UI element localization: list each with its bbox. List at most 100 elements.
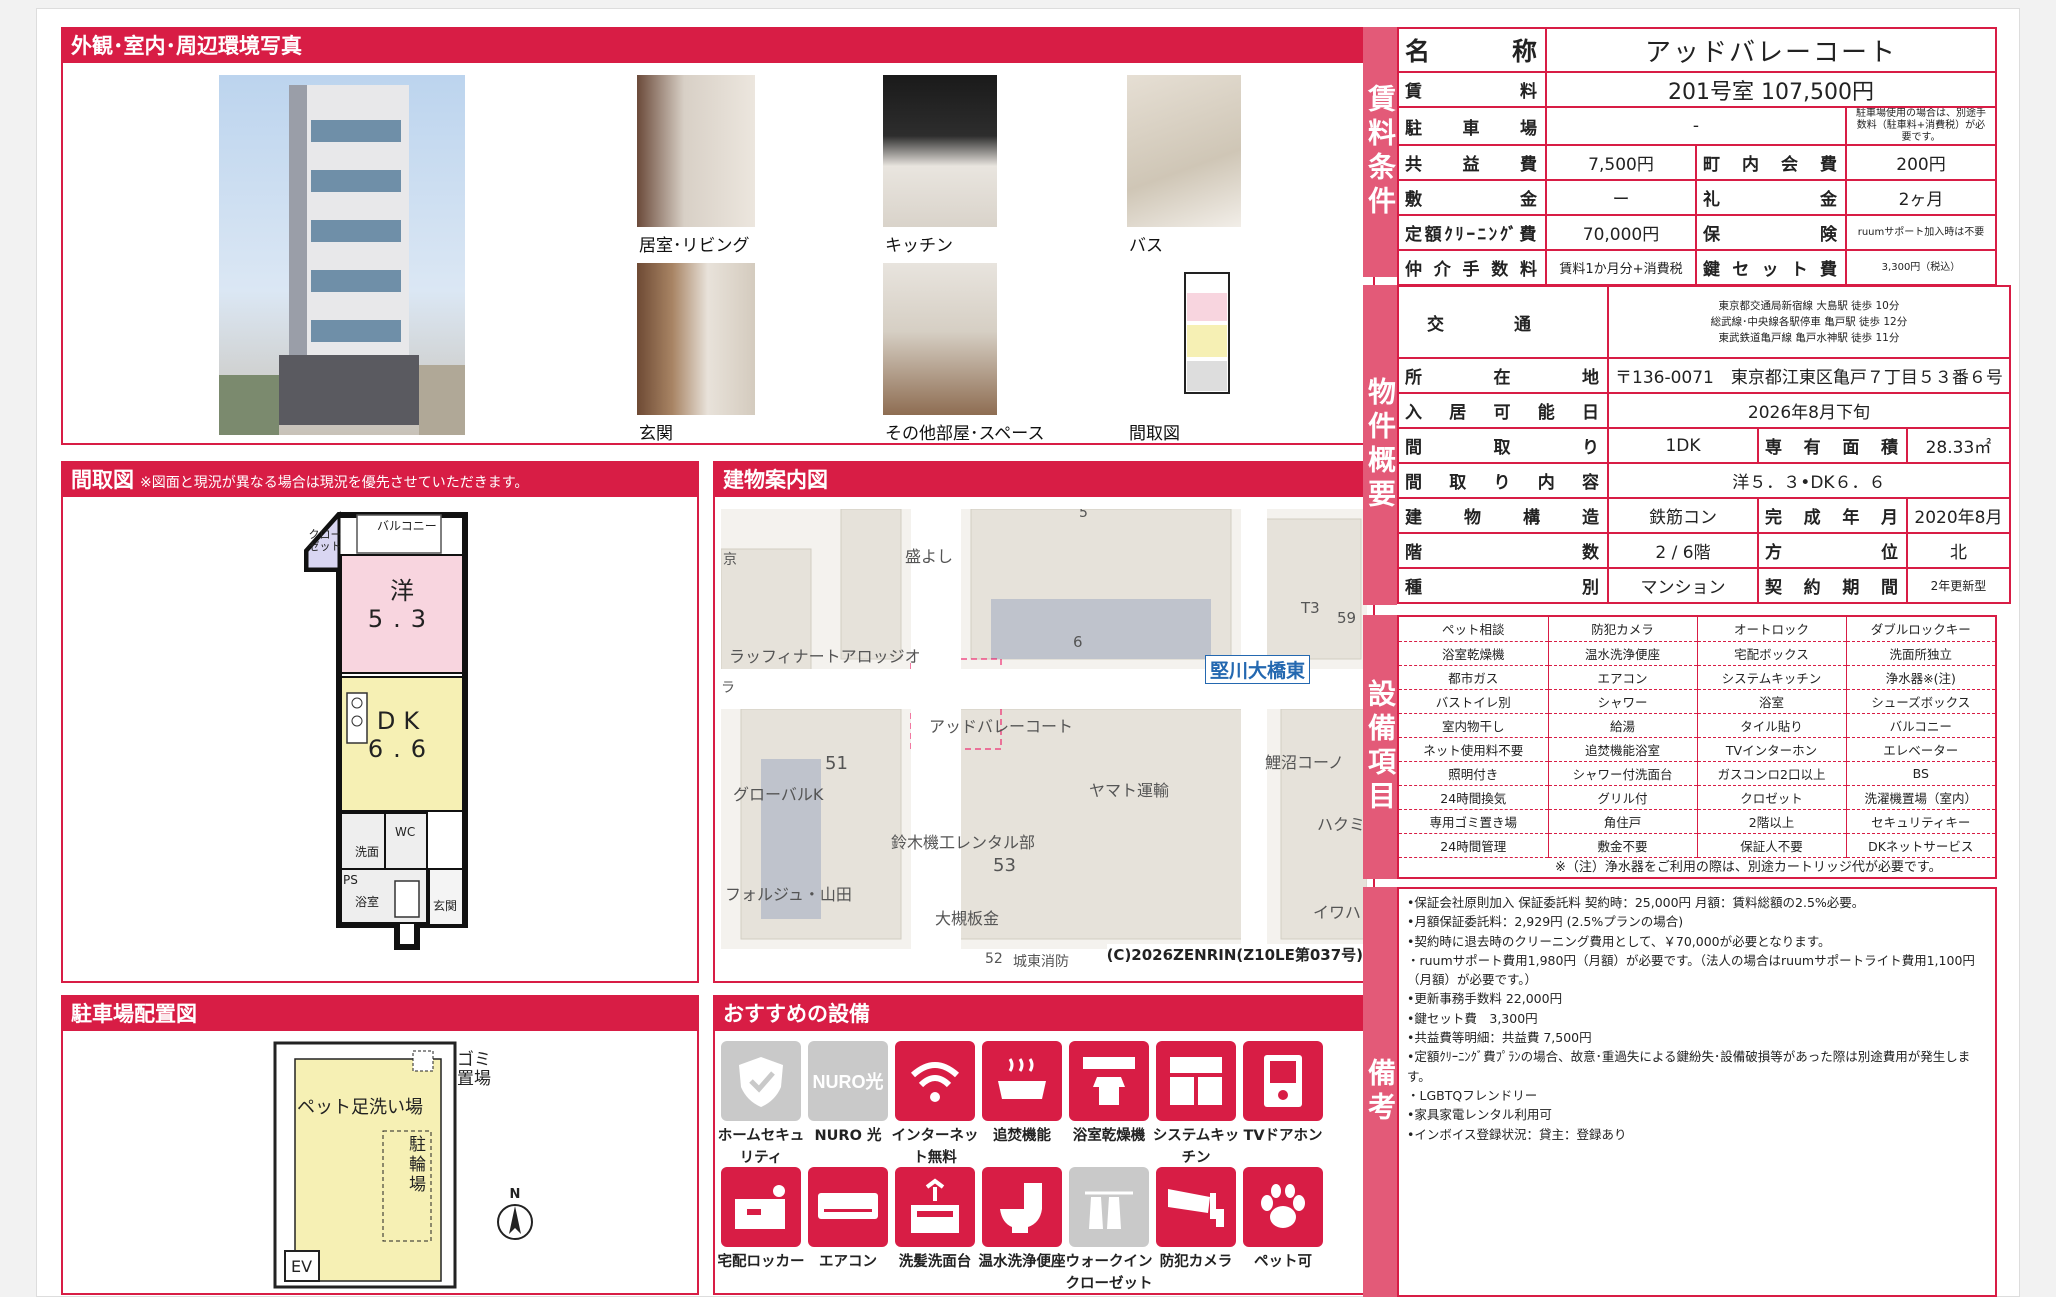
facility-row: 24時間換気 グリル付 クロゼット 洗濯機置場（室内）	[1399, 785, 1995, 810]
facilities-table: ペット相談 防犯カメラ オートロック ダブルロックキー 浴室乾燥機 温水洗浄便座 宅配ボック…	[1399, 617, 1995, 858]
facility-item: 専用ゴミ置き場	[1399, 809, 1549, 834]
facility-row: 照明付き シャワー付洗面台 ガスコンロ2口以上 BS	[1399, 761, 1995, 786]
equipment-label: エアコン	[819, 1254, 877, 1270]
parking-layout[interactable]: ペット足洗い場 ゴミ置場 駐輪場 EV	[273, 1041, 503, 1291]
key-money-label: 礼金	[1695, 179, 1847, 216]
bath-caption: バス	[1129, 236, 1163, 256]
area-value: 28.33㎡	[1906, 427, 2011, 464]
living-room-caption: 居室･リビング	[639, 236, 750, 256]
insurance-value: ruumサポート加入時は不要	[1845, 214, 1997, 251]
facility-item: 照明付き	[1399, 761, 1549, 786]
facility-item: バルコニー	[1846, 713, 1995, 738]
aircon-icon	[808, 1167, 888, 1247]
floor-plan-drawing[interactable]: クロー ゼット バルコニー 洋 5.3 DK 6.6 WC 洗面 PS 浴室 玄…	[299, 507, 469, 967]
contract-label: 契約期間	[1756, 567, 1909, 604]
area-label: 専有面積	[1756, 427, 1909, 464]
floorplan-thumbnail-caption: 間取図	[1129, 424, 1180, 444]
equipment-label: 防犯カメラ	[1159, 1254, 1233, 1270]
facility-item: シャワー付洗面台	[1548, 761, 1698, 786]
remark-line: ・LGBTQフレンドリー	[1407, 1087, 1538, 1103]
remark-line: •保証会社原則加入 保証委託料 契約時：25,000円 月額：賃料総額の2.5%…	[1407, 895, 1865, 910]
remark-line: •契約時に退去時のクリーニング費用として、￥70,000が必要となります。	[1407, 933, 1831, 949]
pet-wash-label: ペット足洗い場	[297, 1097, 423, 1118]
equipment-label: TVドアホン	[1243, 1128, 1323, 1144]
locker-icon	[721, 1167, 801, 1247]
remark-line: •共益費等明細：共益費 7,500円	[1407, 1030, 1592, 1046]
svg-text:NURO光: NURO光	[813, 1071, 883, 1092]
western-room-size: 5.3	[367, 605, 437, 633]
facility-item: ガスコンロ2口以上	[1697, 761, 1847, 786]
facility-item: 給湯	[1548, 713, 1698, 738]
paw-icon	[1243, 1167, 1323, 1247]
dk-label: DK 6.6	[341, 707, 463, 763]
map-copyright: (C)2026ZENRIN(Z10LE第037号)	[1106, 944, 1363, 965]
equipment-label: 追焚機能	[993, 1128, 1051, 1144]
floor-label: 階数	[1397, 532, 1609, 569]
property-name: アッドバレーコート	[1545, 27, 1997, 73]
map-label-6: 6	[1073, 633, 1083, 651]
facility-item: 24時間管理	[1399, 833, 1549, 858]
facility-item: TVインターホン	[1697, 737, 1847, 762]
remark-line: •鍵セット費 3,300円	[1407, 1010, 1538, 1026]
exterior-photo[interactable]	[219, 75, 465, 435]
map-label-iwaha: イワハ	[1313, 903, 1361, 922]
facility-row: 専用ゴミ置き場 角住戸 2階以上 セキュリティキー	[1399, 809, 1995, 834]
map-label-52: 52	[985, 951, 1003, 967]
facility-item: 角住戸	[1548, 809, 1698, 834]
dk-size: 6.6	[367, 735, 437, 763]
bathtub-icon	[982, 1041, 1062, 1121]
balcony-label: バルコニー	[377, 519, 437, 533]
equipment-label: 浴室乾燥機	[1072, 1128, 1146, 1144]
floor-value: 2 / 6階	[1607, 532, 1759, 569]
north-arrow-icon: N	[495, 1187, 535, 1247]
kitchen-photo[interactable]	[883, 75, 997, 227]
remark-line: •更新事務手数料 22,000円	[1407, 991, 1563, 1007]
type-label: 種別	[1397, 567, 1609, 604]
facility-row: 都市ガス エアコン システムキッチン 浄水器※(注)	[1399, 665, 1995, 690]
facility-item: 温水洗浄便座	[1548, 641, 1698, 666]
facility-row: ネット使用料不要 追焚機能浴室 TVインターホン エレベーター	[1399, 737, 1995, 762]
facility-item: エレベーター	[1846, 737, 1995, 762]
living-room-photo[interactable]	[637, 75, 755, 227]
facility-item: 宅配ボックス	[1697, 641, 1847, 666]
equipment-label: NURO 光	[814, 1128, 882, 1144]
remark-line: •定額ｸﾘｰﾆﾝｸﾞ費ﾌﾟﾗﾝの場合、故意･重過失による鍵紛失･設備破損等があっ…	[1407, 1049, 1971, 1084]
map-label-hakumi: ハクミ	[1317, 815, 1366, 834]
map-label-t3: T3	[1301, 599, 1320, 617]
rent-side-label: 賃料条件	[1363, 27, 1397, 277]
camera-icon	[1156, 1167, 1236, 1247]
brokerage-label: 仲介手数料	[1397, 249, 1547, 286]
facility-item: システムキッチン	[1697, 665, 1847, 690]
facility-item: BS	[1846, 761, 1995, 786]
equipment-icon-grid: ホームセキュリティ NURO光 NURO 光インターネット無料 追焚機能 浴室乾燥機 シス…	[718, 1041, 1371, 1292]
entrance-photo[interactable]	[637, 263, 755, 415]
map-label-5: 5	[1079, 509, 1088, 521]
equipment-panel: おすすめの設備 ホームセキュリティ NURO光 NURO 光インターネット無料 追焚機…	[713, 995, 1375, 1295]
facility-row: ペット相談 防犯カメラ オートロック ダブルロックキー	[1399, 617, 1995, 642]
wifi-icon	[895, 1041, 975, 1121]
garbage-label: ゴミ置場	[457, 1050, 491, 1089]
area-map[interactable]: 5 盛よし 京 6 T3 59 ラッフィナートアロッジオ 堅川大橋東 ラ アッド…	[721, 509, 1367, 969]
facility-item: 浄水器※(注)	[1846, 665, 1995, 690]
bath-photo[interactable]	[1127, 75, 1241, 227]
entrance-label: 玄関	[433, 899, 458, 913]
built-label: 完成年月	[1756, 497, 1909, 534]
facility-item: グリル付	[1548, 785, 1698, 810]
washroom-label: 洗面	[355, 845, 380, 859]
floor-plan-note: ※図面と現況が異なる場合は現況を優先させていただきます。	[140, 475, 529, 491]
transport-label: 交通	[1397, 285, 1609, 359]
key-change-label: 鍵セット費	[1695, 249, 1847, 286]
kitchen-icon	[1156, 1041, 1236, 1121]
map-panel: 建物案内図 5 盛よし 京 6 T3 59 ラッフィナートアロッジオ 堅川大橋東…	[713, 461, 1375, 983]
photos-panel: 外観･室内･周辺環境写真 居室･リビング キッチン バス 玄関 その他部屋･スペ…	[61, 27, 1375, 445]
floorplan-thumbnail[interactable]	[1173, 263, 1241, 405]
transport-value: 東京都交通局新宿線 大島駅 徒歩 10分 総武線･中央線各駅停車 亀戸駅 徒歩 …	[1607, 285, 2011, 359]
property-table: 交通 東京都交通局新宿線 大島駅 徒歩 10分 総武線･中央線各駅停車 亀戸駅 …	[1397, 285, 2011, 604]
equipment-label: インターネット無料	[891, 1128, 979, 1166]
cleaning-value: 70,000円	[1545, 214, 1697, 251]
other-space-photo[interactable]	[883, 263, 997, 415]
facility-item: エアコン	[1548, 665, 1698, 690]
map-label-51: 51	[825, 753, 848, 774]
equipment-label: システムキッチン	[1152, 1128, 1240, 1166]
map-label-suzuki: 鈴木機工レンタル部	[891, 833, 1036, 852]
